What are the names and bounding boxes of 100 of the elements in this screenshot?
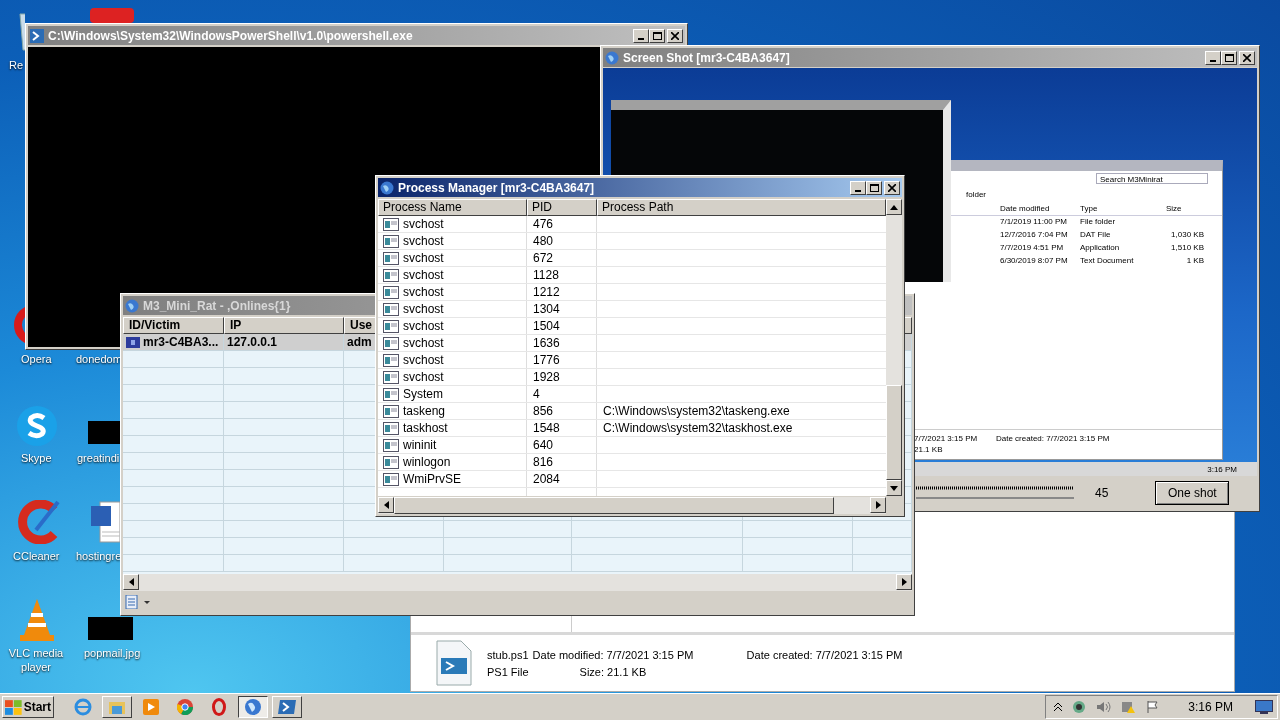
table-cell: 1128 [533,268,559,282]
table-cell: svchost [403,336,444,350]
terminal-icon [277,699,297,715]
process-icon [383,319,399,333]
column-header[interactable]: Process Name [378,199,527,216]
right-arrow-icon [875,501,881,509]
table-cell: mr3-C4BA3... [143,335,219,349]
table-cell: 1504 [533,319,560,333]
date-modified: 7/7/2021 3:15 PM [914,434,978,443]
process-icon [383,285,399,299]
process-icon [383,421,399,435]
window-title: M3_Mini_Rat - ,Onlines{1} [143,298,291,313]
table-cell: svchost [403,302,444,316]
table-cell: 856 [533,404,554,418]
four-squares-icon [5,699,22,715]
show-desktop-icon[interactable] [1255,700,1273,714]
horizontal-scrollbar[interactable] [123,574,912,591]
desktop-icon-label[interactable]: Re [9,58,24,72]
right-arrow-icon [901,578,907,586]
minimize-icon [855,189,861,192]
table-cell: 1 KB [1186,256,1204,265]
table-cell: adm [347,335,372,349]
left-arrow-icon [383,501,389,509]
table-cell: 1928 [533,370,560,384]
date-created: Date created: 7/7/2021 3:15 PM [746,648,903,661]
table-cell: 1,030 KB [1171,230,1204,239]
ring-icon [212,698,226,716]
table-cell: Application [1080,243,1120,252]
table-cell: 127.0.0.1 [227,335,278,349]
table-cell: 1212 [533,285,560,299]
maximize-icon [869,183,879,192]
date-modified: Date modified: 7/7/2021 3:15 PM [532,648,695,661]
process-icon [383,268,399,282]
column-header[interactable]: PID [527,199,597,216]
maximize-button[interactable] [866,180,882,195]
table-cell: svchost [403,370,444,384]
table-cell: 1304 [533,302,560,316]
table-cell: svchost [403,234,444,248]
table-cell: svchost [403,319,444,333]
menu-icon[interactable] [125,595,151,609]
close-icon [888,183,896,192]
globe-taskbar-button[interactable] [238,696,268,718]
table-cell: 1636 [533,336,560,350]
process-icon [383,217,399,231]
process-icon [383,472,399,486]
skype-icon[interactable] [14,405,60,447]
quality-value: 45 [1095,485,1109,500]
table-cell: 4 [533,387,540,401]
script-file-icon [433,640,473,686]
table-cell: File folder [1080,217,1116,226]
date-created: Date created: 7/7/2021 3:15 PM [996,434,1110,443]
process-icon [383,404,399,418]
column-header: Size [1166,204,1182,213]
process-icon [383,438,399,452]
maximize-icon [1224,53,1234,62]
column-header[interactable]: ID/Victim [123,317,224,334]
minimize-button[interactable] [850,180,866,195]
close-icon [671,31,679,40]
word-document-icon[interactable] [90,500,120,544]
play-icon [143,699,159,715]
process-icon [383,387,399,401]
table-cell: 1,510 KB [1171,243,1204,252]
process-icon [383,251,399,265]
chrome-icon [177,699,193,715]
desktop-icon-label[interactable]: Opera [21,352,52,366]
clock[interactable]: 3:16 PM [1188,700,1233,714]
table-cell: svchost [403,285,444,299]
clock: 3:16 PM [1207,464,1237,474]
start-button[interactable]: Start [2,696,54,718]
speaker-icon[interactable] [1096,700,1113,714]
vertical-scrollbar[interactable] [886,199,902,496]
table-cell: C:\Windows\system32\taskhost.exe [603,421,793,435]
toolbar-label: folder [966,190,986,199]
chevron-icon[interactable] [1054,702,1063,712]
up-arrow-icon [890,204,898,210]
column-header[interactable]: Process Path [597,199,886,216]
table-cell: System [403,387,443,401]
network-icon[interactable] [1072,700,1087,714]
table-cell: winlogon [403,455,451,469]
process-icon [383,370,399,384]
left-arrow-icon [128,578,134,586]
table-cell: taskeng [403,404,446,418]
column-header[interactable]: IP [224,317,344,334]
table-cell: 1776 [533,353,560,367]
process-icon [383,336,399,350]
scroll-thumb[interactable] [886,385,902,480]
table-cell: 672 [533,251,554,265]
file-type: PS1 File [487,665,529,678]
flag-icon[interactable] [1146,700,1161,714]
powershell-taskbar-button[interactable] [272,696,302,718]
one-shot-button[interactable]: One shot [1155,480,1230,505]
file-name: stub.ps1 [487,648,529,661]
window-title: Process Manager [mr3-C4BA3647] [398,180,595,195]
folder-icon [108,699,126,715]
close-button[interactable] [884,180,900,195]
table-cell: svchost [403,353,444,367]
column-header: Type [1080,204,1098,213]
table-cell: Text Document [1080,256,1134,265]
folder-taskbar-button[interactable] [102,696,132,718]
table-cell: C:\Windows\system32\taskeng.exe [603,404,790,418]
